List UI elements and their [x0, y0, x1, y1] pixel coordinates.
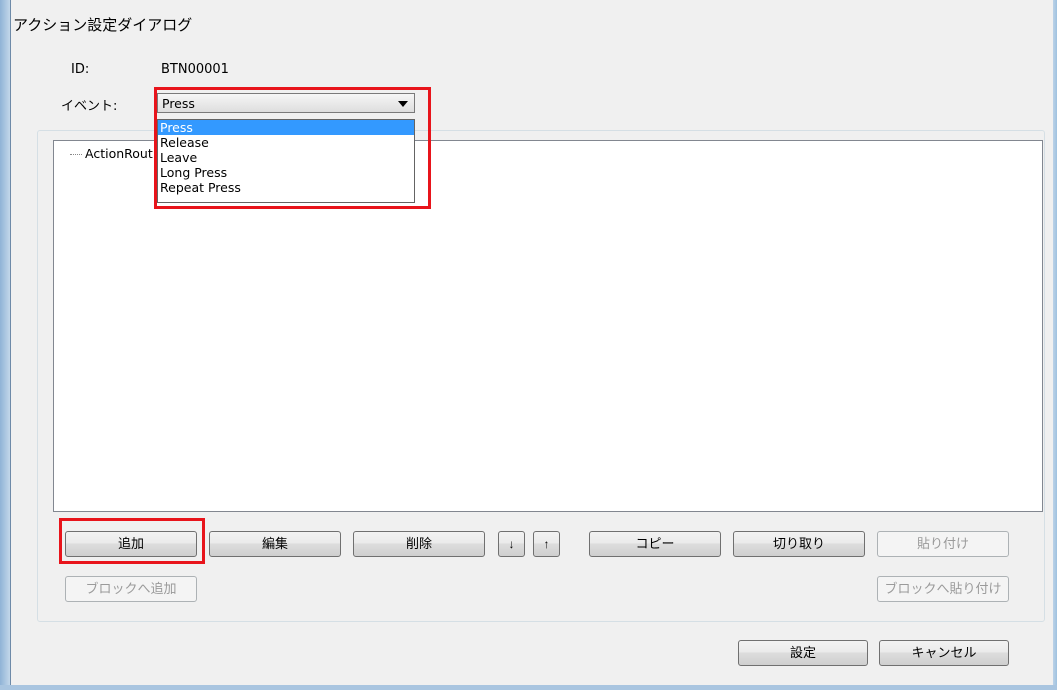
tree-root-label: ActionRout	[85, 146, 153, 161]
copy-button[interactable]: コピー	[589, 531, 721, 557]
event-option-long-press[interactable]: Long Press	[158, 165, 414, 180]
ok-button[interactable]: 設定	[738, 640, 868, 666]
tree-connector	[70, 154, 82, 155]
paste-button[interactable]: 貼り付け	[877, 531, 1009, 557]
event-select[interactable]: Press	[157, 93, 415, 113]
add-button[interactable]: 追加	[65, 531, 197, 557]
dialog-title: アクション設定ダイアログ	[13, 16, 193, 34]
cut-button[interactable]: 切り取り	[733, 531, 865, 557]
cancel-button[interactable]: キャンセル	[879, 640, 1009, 666]
move-up-button[interactable]: ↑	[533, 531, 560, 557]
event-option-release[interactable]: Release	[158, 135, 414, 150]
id-label: ID:	[71, 62, 90, 77]
move-down-button[interactable]: ↓	[498, 531, 525, 557]
event-option-leave[interactable]: Leave	[158, 150, 414, 165]
window-frame-left	[0, 0, 10, 690]
event-label: イベント:	[61, 99, 118, 114]
paste-to-block-button[interactable]: ブロックへ貼り付け	[877, 576, 1009, 602]
event-option-press[interactable]: Press	[158, 120, 414, 135]
window-frame-bottom	[0, 685, 1057, 690]
add-to-block-button[interactable]: ブロックへ追加	[65, 576, 197, 602]
arrow-up-icon: ↑	[543, 537, 550, 551]
id-value: BTN00001	[161, 62, 229, 77]
event-option-repeat-press[interactable]: Repeat Press	[158, 180, 414, 195]
tree-root-node[interactable]: ActionRout	[70, 146, 153, 161]
event-select-value: Press	[162, 96, 195, 111]
arrow-down-icon: ↓	[508, 537, 515, 551]
action-settings-dialog: アクション設定ダイアログ ID: BTN00001 イベント: ActionRo…	[10, 0, 1053, 685]
event-dropdown-list[interactable]: Press Release Leave Long Press Repeat Pr…	[157, 119, 415, 203]
chevron-down-icon[interactable]	[398, 101, 408, 107]
edit-button[interactable]: 編集	[209, 531, 341, 557]
delete-button[interactable]: 削除	[353, 531, 485, 557]
